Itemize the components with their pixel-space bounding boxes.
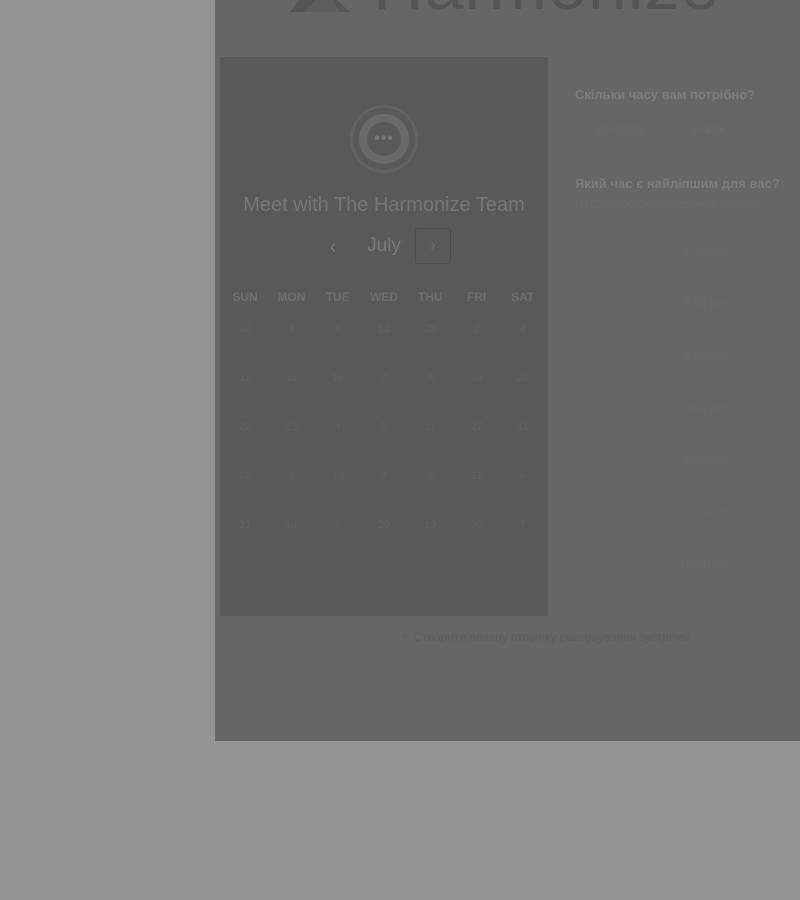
brand-logo-text: Harmonize (373, 0, 720, 20)
calendar-day: 2 (473, 323, 480, 335)
calendar-day: 11 (239, 372, 251, 384)
time-slot[interactable]: 8:00 pm (645, 296, 765, 310)
duration-option-30-min[interactable]: 30 хвилин (596, 124, 643, 135)
calendar-day: 30 (239, 323, 252, 335)
calendar-day: 5 (380, 421, 388, 433)
create-booking-page-link[interactable]: ✧ Створити власну сторінку резервування … (400, 630, 691, 644)
calendar-day: 11 (424, 421, 436, 433)
brand-logo: Harmonize (285, 0, 720, 20)
time-slot[interactable]: 10:00 pm (645, 505, 765, 519)
weekday-sat: SAT (511, 290, 535, 304)
calendar-day: 1 (288, 323, 295, 335)
calendar-day: 22 (239, 421, 252, 433)
month-label: July (367, 235, 401, 256)
calendar-day: 28 (239, 470, 252, 482)
weekday-mon: MON (277, 290, 306, 304)
booking-card: ••• Meet with The Harmonize Team ‹ July … (220, 57, 548, 616)
calendar-day: 11 (285, 372, 298, 384)
calendar-day: 4 (519, 470, 526, 482)
time-slot[interactable]: 10:30 pm (645, 558, 765, 572)
create-booking-page-link-text: Створити власну сторінку резервування зу… (413, 630, 692, 644)
calendar-day: 25 (424, 323, 437, 335)
calendar-day: 1 (334, 323, 341, 335)
calendar-day: 31 (470, 470, 483, 482)
month-navigation: ‹ July › (220, 228, 548, 268)
calendar-day: 27 (470, 421, 483, 433)
time-slot[interactable]: 9:30 pm (645, 453, 765, 467)
calendar-grid: SUN MON TUE WED THU FRI SAT 30 1 1 12 25… (220, 286, 548, 563)
calendar-day: 19 (470, 372, 483, 384)
calendar-day: 20 (377, 519, 391, 531)
time-slot[interactable]: 7:30 pm (645, 244, 765, 258)
calendar-day: 13 (331, 470, 344, 482)
calendar-day: 7 (519, 519, 526, 531)
previous-month-button[interactable]: ‹ (318, 232, 348, 262)
weekday-thu: THU (417, 290, 443, 304)
timezone-selector[interactable]: UTC +02:00 Східноєвропейський час (575, 199, 763, 211)
team-avatar: ••• (350, 105, 418, 173)
calendar-day: 12 (377, 323, 391, 335)
harmonize-logo-icon (285, 0, 355, 16)
chat-bubble-icon: ••• (367, 122, 401, 156)
sparkle-icon: ✧ (400, 630, 414, 644)
time-question: Який час є найліпшим для вас? (575, 176, 780, 191)
calendar-day: 7 (334, 519, 341, 531)
calendar-day: 14 (285, 519, 298, 531)
weekday-fri: FRI (466, 290, 487, 304)
time-slot[interactable]: 9:00 pm (645, 401, 765, 415)
calendar-day: 11 (517, 421, 529, 433)
calendar-day: 7 (380, 372, 388, 384)
duration-option-1-hour[interactable]: 1 годин (691, 124, 725, 135)
calendar-day: 30 (470, 519, 483, 531)
duration-question: Скільки часу вам потрібно? (575, 87, 756, 102)
next-month-button[interactable]: › (415, 228, 451, 264)
calendar-day: 8 (427, 470, 434, 482)
weekday-sun: SUN (232, 290, 258, 304)
time-slot[interactable]: 8:30 pm (645, 348, 765, 362)
weekday-wed: WED (369, 290, 398, 304)
calendar-day: 31 (239, 519, 252, 531)
calendar-day: 7 (380, 470, 388, 482)
calendar-day: 20 (516, 372, 529, 384)
calendar-day: 6 (288, 470, 295, 482)
calendar-day: 18 (331, 372, 344, 384)
calendar-day: 23 (285, 421, 298, 433)
calendar-day: 8 (427, 372, 434, 384)
booking-page: Harmonize ••• Meet with The Harmonize Te… (215, 0, 800, 741)
calendar-day: 4 (519, 323, 526, 335)
booking-title: Meet with The Harmonize Team (243, 194, 525, 216)
weekday-tue: TUE (325, 290, 350, 304)
calendar-day: 4 (334, 421, 341, 433)
calendar-day: 19 (424, 519, 437, 531)
